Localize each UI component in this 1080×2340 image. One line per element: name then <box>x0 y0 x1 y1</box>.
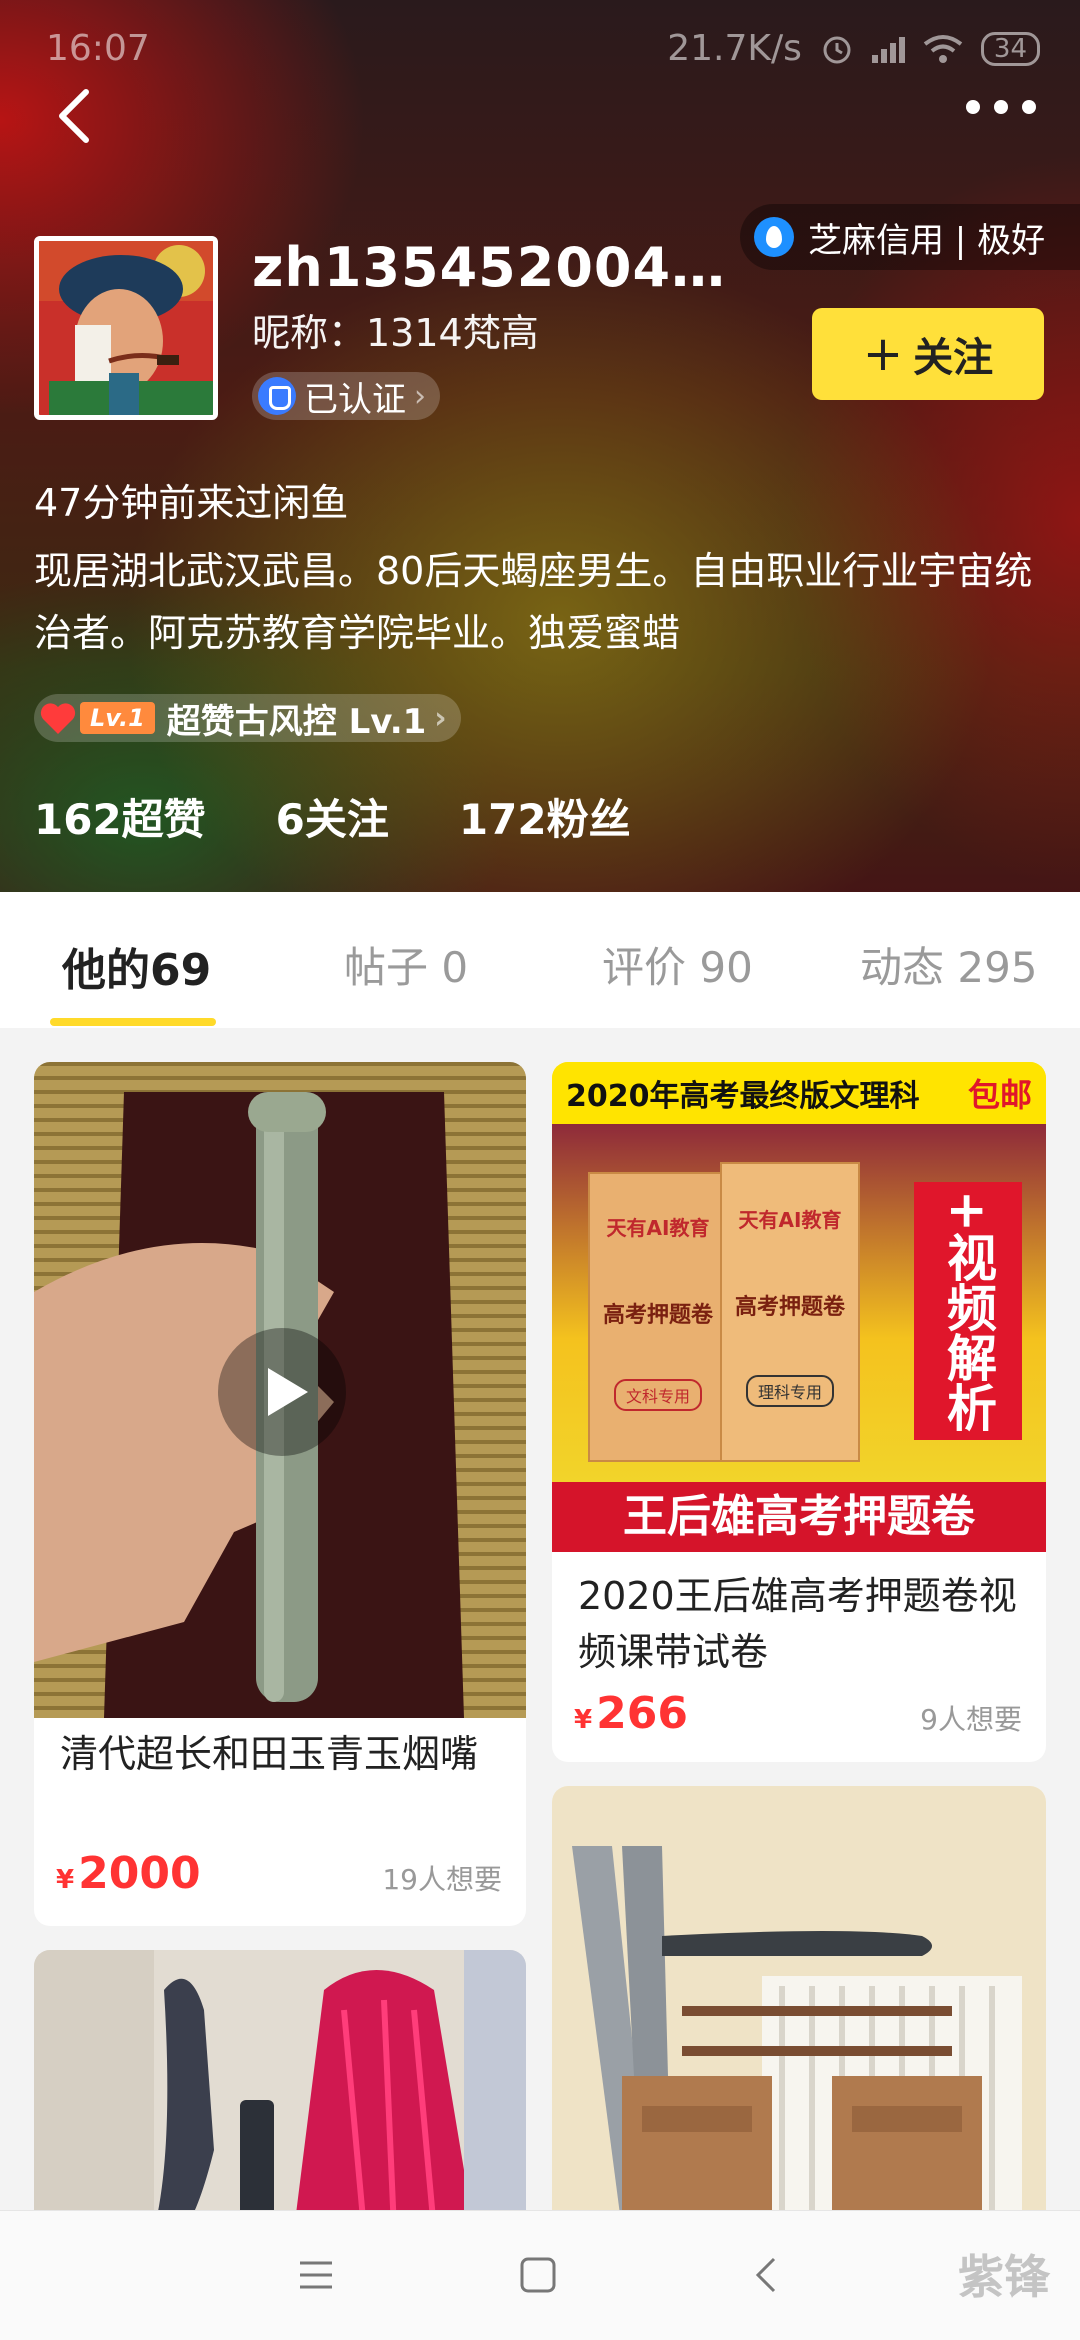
level-badge[interactable]: Lv.1 超赞古风控 Lv.1 › <box>34 694 461 742</box>
net-speed: 21.7K/s <box>667 28 802 69</box>
price-value: 2000 <box>78 1848 201 1899</box>
book-label: 文科专用 <box>613 1379 702 1411</box>
follow-button[interactable]: + 关注 <box>812 308 1044 400</box>
credit-badge[interactable]: 芝麻信用 | 极好 <box>740 204 1080 270</box>
product-title: 2020王后雄高考押题卷视频课带试卷 <box>578 1574 1017 1674</box>
product-image <box>552 1786 1046 2230</box>
book-brand: 天有AI教育 <box>606 1216 710 1240</box>
currency-symbol: ¥ <box>574 1705 593 1735</box>
nickname: 昵称：1314梵高 <box>252 311 539 355</box>
banner-top: 2020年高考最终版文理科 包邮 <box>552 1062 1046 1124</box>
product-title: 清代超长和田玉青玉烟嘴 <box>60 1732 479 1776</box>
status-time: 16:07 <box>46 28 150 69</box>
wants-count: 9人想要 <box>920 1703 1022 1736</box>
price-value: 266 <box>596 1688 688 1739</box>
level-label: 超赞古风控 Lv.1 <box>166 701 427 742</box>
book-brand: 天有AI教育 <box>738 1208 842 1232</box>
product-card[interactable] <box>34 1950 526 2230</box>
battery-icon: 34 <box>980 31 1040 66</box>
home-square-icon[interactable] <box>518 2255 558 2295</box>
status-icons: 21.7K/s 34 <box>667 28 1040 69</box>
system-navigation-bar: 紫锋 <box>0 2210 1080 2340</box>
side-text: +视频解析 <box>914 1182 1022 1440</box>
stat-likes[interactable]: 162超赞 <box>34 786 206 847</box>
stat-following[interactable]: 6关注 <box>276 786 389 847</box>
book-title: 高考押题卷 <box>734 1295 845 1320</box>
last-seen: 47分钟前来过闲鱼 <box>34 481 349 525</box>
tab-reviews[interactable]: 评价 90 <box>602 934 753 995</box>
tab-items[interactable]: 他的69 <box>62 934 211 998</box>
banner-tag: 包邮 <box>967 1076 1032 1114</box>
product-image <box>34 1062 526 1718</box>
banner-top-text: 2020年高考最终版文理科 <box>566 1079 920 1114</box>
book-right: 天有AI教育 高考押题卷 理科专用 <box>720 1162 860 1462</box>
more-icon[interactable] <box>966 100 1036 114</box>
tab-activity[interactable]: 动态 295 <box>860 934 1038 995</box>
back-arrow-icon[interactable] <box>50 86 100 146</box>
signal-icon <box>871 35 905 63</box>
book-label: 理科专用 <box>745 1375 834 1407</box>
product-price: ¥2000 <box>56 1848 201 1899</box>
product-card[interactable]: 清代超长和田玉青玉烟嘴 ¥2000 19人想要 <box>34 1062 526 1926</box>
product-image <box>34 1950 526 2230</box>
level-tag: Lv.1 <box>80 702 155 734</box>
menu-icon[interactable] <box>296 2255 336 2295</box>
verified-shield-icon <box>258 377 296 415</box>
book-title: 高考押题卷 <box>602 1303 713 1328</box>
product-image: 2020年高考最终版文理科 包邮 天有AI教育 高考押题卷 文科专用 天有AI教… <box>552 1062 1046 1552</box>
book-left: 天有AI教育 高考押题卷 文科专用 <box>588 1172 728 1462</box>
stats-row: 162超赞 6关注 172粉丝 <box>34 786 631 847</box>
product-card[interactable]: 2020年高考最终版文理科 包邮 天有AI教育 高考押题卷 文科专用 天有AI教… <box>552 1062 1046 1762</box>
product-price: ¥266 <box>574 1688 688 1739</box>
product-card[interactable] <box>552 1786 1046 2230</box>
profile-header: 16:07 21.7K/s 34 芝麻信用 | 极好 zh135452004… … <box>0 0 1080 892</box>
banner-bottom: 王后雄高考押题卷 <box>552 1482 1046 1552</box>
heart-icon <box>40 703 76 734</box>
stat-fans[interactable]: 172粉丝 <box>459 786 631 847</box>
chevron-right-icon: › <box>434 700 447 736</box>
avatar-portrait-image <box>39 241 213 415</box>
watermark-logo: 紫锋 <box>958 2250 1050 2304</box>
avatar[interactable] <box>34 236 218 420</box>
currency-symbol: ¥ <box>56 1865 75 1895</box>
wifi-icon <box>923 34 963 63</box>
bio: 现居湖北武汉武昌。80后天蝎座男生。自由职业行业宇宙统治者。阿克苏教育学院毕业。… <box>34 549 1033 655</box>
verified-label: 已认证 <box>304 379 406 420</box>
credit-label: 芝麻信用 | 极好 <box>808 220 1046 261</box>
back-icon[interactable] <box>748 2255 788 2295</box>
tab-bar: 他的69 帖子 0 评价 90 动态 295 <box>0 892 1080 1028</box>
sesame-credit-icon <box>754 217 794 257</box>
status-bar: 16:07 21.7K/s 34 <box>0 0 1080 96</box>
wants-count: 19人想要 <box>382 1863 502 1896</box>
alarm-icon <box>823 36 851 63</box>
verified-badge[interactable]: 已认证 › <box>252 372 440 420</box>
chevron-right-icon: › <box>414 378 426 414</box>
username: zh135452004… <box>252 236 727 299</box>
active-tab-indicator <box>50 1018 216 1026</box>
play-video-icon[interactable] <box>218 1328 346 1456</box>
plus-icon: + <box>862 326 904 382</box>
tab-posts[interactable]: 帖子 0 <box>344 934 468 995</box>
follow-label: 关注 <box>913 335 994 381</box>
